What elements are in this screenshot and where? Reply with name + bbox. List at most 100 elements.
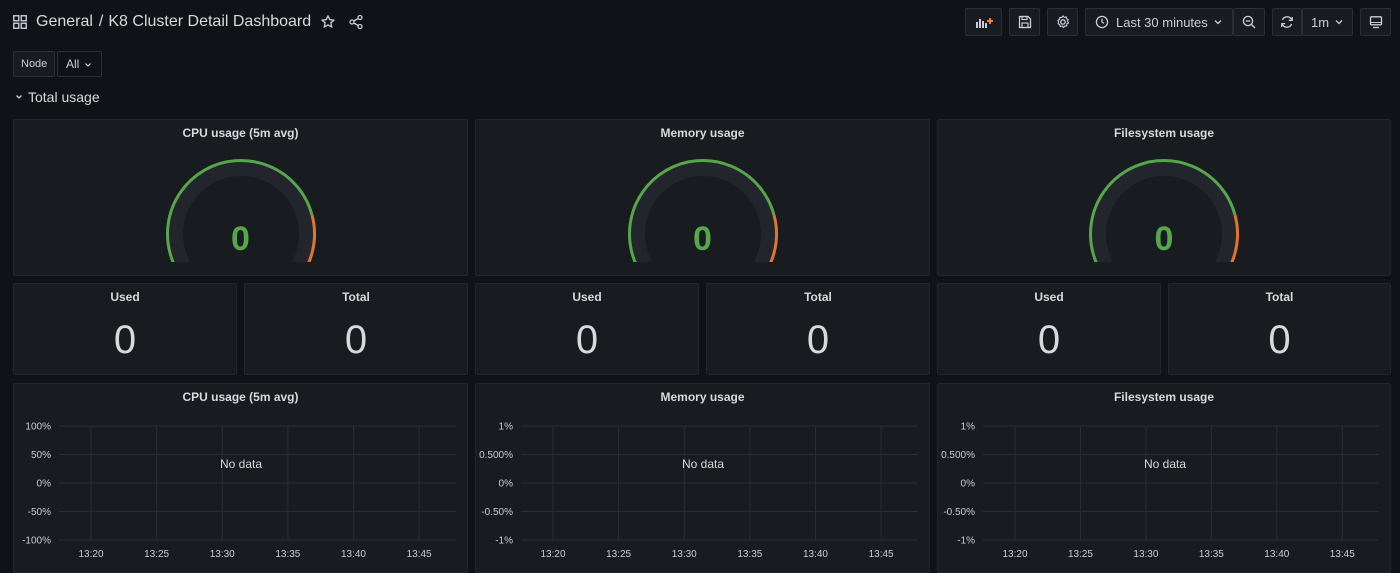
save-icon — [1018, 15, 1031, 29]
memory-used-stat-panel[interactable]: Used 0 — [475, 283, 699, 375]
memory-total-stat-panel[interactable]: Total 0 — [706, 283, 930, 375]
memory-gauge-panel[interactable]: Memory usage 0 — [475, 119, 930, 276]
breadcrumb-folder-link[interactable]: General — [36, 13, 93, 31]
y-tick-label: 0% — [499, 479, 514, 490]
refresh-interval-picker[interactable]: 1m — [1302, 8, 1353, 36]
x-tick-label: 13:25 — [606, 549, 631, 560]
clock-icon — [1095, 15, 1109, 29]
star-icon[interactable] — [320, 14, 336, 30]
cpu-used-stat-panel[interactable]: Used 0 — [13, 283, 237, 375]
gauge-value: 0 — [693, 220, 712, 258]
filesystem-total-stat-panel[interactable]: Total 0 — [1168, 283, 1391, 375]
panel-title: Memory usage — [660, 126, 745, 140]
panel-title: CPU usage (5m avg) — [182, 390, 299, 404]
memory-timeseries-panel[interactable]: Memory usage 1% 0.500% 0% -0.50% -1% 13:20 13:… — [475, 383, 930, 573]
zoom-out-icon — [1242, 15, 1256, 29]
stat-value: 0 — [344, 318, 368, 362]
y-tick-label: -0.50% — [943, 507, 975, 518]
filesystem-gauge-panel[interactable]: Filesystem usage 0 — [937, 119, 1391, 276]
x-tick-label: 13:40 — [341, 549, 366, 560]
filesystem-used-stat-panel[interactable]: Used 0 — [937, 283, 1161, 375]
y-tick-label: 1% — [961, 422, 976, 433]
y-tick-label: 0.500% — [479, 450, 513, 461]
zoom-out-button[interactable] — [1233, 8, 1265, 36]
gauge-value: 0 — [1154, 220, 1174, 258]
x-tick-label: 13:45 — [869, 549, 894, 560]
no-data-message: No data — [1143, 457, 1187, 471]
time-range-picker[interactable]: Last 30 minutes — [1085, 8, 1233, 36]
x-tick-label: 13:20 — [540, 549, 565, 560]
refresh-button[interactable] — [1272, 8, 1302, 36]
panel-title: Total — [342, 290, 370, 304]
cpu-gauge-panel[interactable]: CPU usage (5m avg) 0 — [13, 119, 468, 276]
breadcrumb: General / K8 Cluster Detail Dashboard — [13, 11, 364, 33]
x-tick-label: 13:30 — [1133, 549, 1158, 560]
x-tick-label: 13:45 — [407, 549, 432, 560]
no-data-message: No data — [681, 457, 725, 471]
x-tick-label: 13:30 — [672, 549, 697, 560]
y-tick-label: 100% — [25, 422, 51, 433]
x-tick-label: 13:25 — [1068, 549, 1093, 560]
save-dashboard-button[interactable] — [1009, 8, 1040, 36]
timeseries-chart: 100% 50% 0% -50% -100% 13:20 13:25 13:30 13:35 13… — [22, 422, 456, 560]
cpu-timeseries-panel[interactable]: CPU usage (5m avg) 100% 50% 0% -50% -100% 13:… — [13, 383, 468, 573]
x-tick-label: 13:35 — [737, 549, 762, 560]
dashboard-title[interactable]: K8 Cluster Detail Dashboard — [108, 13, 311, 31]
cpu-total-stat-panel[interactable]: Total 0 — [244, 283, 468, 375]
timeseries-chart: 1% 0.500% 0% -0.50% -1% 13:20 13:25 13:30 13:35 1… — [479, 422, 918, 560]
tv-mode-icon — [1369, 16, 1382, 29]
x-tick-label: 13:30 — [210, 549, 235, 560]
tv-mode-button[interactable] — [1360, 8, 1391, 36]
x-tick-label: 13:35 — [1199, 549, 1224, 560]
row-toggle-total-usage[interactable]: Total usage — [15, 89, 100, 105]
y-tick-label: 0% — [37, 479, 52, 490]
stat-value: 0 — [113, 318, 137, 362]
panel-title: Total — [804, 290, 832, 304]
node-variable-value: All — [66, 57, 80, 71]
breadcrumb-separator: / — [98, 13, 104, 30]
no-data-message: No data — [219, 457, 263, 471]
panel-title: Filesystem usage — [1113, 126, 1215, 140]
panel-title: Used — [1034, 290, 1064, 304]
row-title: Total usage — [28, 89, 100, 105]
panel-title: Used — [572, 290, 602, 304]
top-navbar: General / K8 Cluster Detail Dashboard La… — [0, 0, 1400, 44]
y-tick-label: -100% — [22, 536, 51, 547]
x-tick-label: 13:40 — [803, 549, 828, 560]
x-tick-label: 13:40 — [1264, 549, 1289, 560]
stat-value: 0 — [806, 318, 830, 362]
y-tick-label: -1% — [495, 536, 513, 547]
panel-title: Total — [1265, 290, 1294, 304]
time-range-label: Last 30 minutes — [1116, 14, 1208, 30]
stat-value: 0 — [1268, 318, 1291, 362]
chevron-down-icon — [1335, 20, 1343, 25]
x-tick-label: 13:45 — [1330, 549, 1355, 560]
y-tick-label: 0% — [961, 479, 976, 490]
panel-title: Memory usage — [660, 390, 745, 404]
panel-title: CPU usage (5m avg) — [182, 126, 299, 140]
node-variable-select[interactable]: All — [57, 51, 102, 77]
y-tick-label: 1% — [499, 422, 514, 433]
dashboards-grid-icon[interactable] — [13, 15, 27, 29]
y-tick-label: 50% — [31, 450, 51, 461]
settings-gear-icon — [1056, 15, 1069, 29]
panel-title: Used — [110, 290, 140, 304]
chevron-down-icon — [16, 95, 22, 99]
filesystem-timeseries-panel[interactable]: Filesystem usage 1% 0.500% 0% -0.50% -1% 13:2… — [937, 383, 1391, 573]
gauge-value: 0 — [231, 220, 250, 258]
stat-value: 0 — [1037, 318, 1061, 362]
y-tick-label: 0.500% — [941, 450, 975, 461]
share-icon[interactable] — [348, 14, 364, 30]
dashboard-settings-button[interactable] — [1047, 8, 1078, 36]
add-panel-button[interactable] — [965, 8, 1002, 36]
y-tick-label: -1% — [957, 536, 975, 547]
refresh-icon — [1281, 16, 1293, 28]
node-variable-label: Node — [13, 51, 56, 77]
add-panel-icon — [975, 18, 993, 28]
y-tick-label: -50% — [28, 507, 51, 518]
x-tick-label: 13:20 — [78, 549, 103, 560]
x-tick-label: 13:35 — [275, 549, 300, 560]
panel-title: Filesystem usage — [1113, 390, 1215, 404]
timeseries-chart: 1% 0.500% 0% -0.50% -1% 13:20 13:25 13:30 13:35 1… — [941, 422, 1379, 560]
chevron-down-icon — [1214, 20, 1222, 25]
